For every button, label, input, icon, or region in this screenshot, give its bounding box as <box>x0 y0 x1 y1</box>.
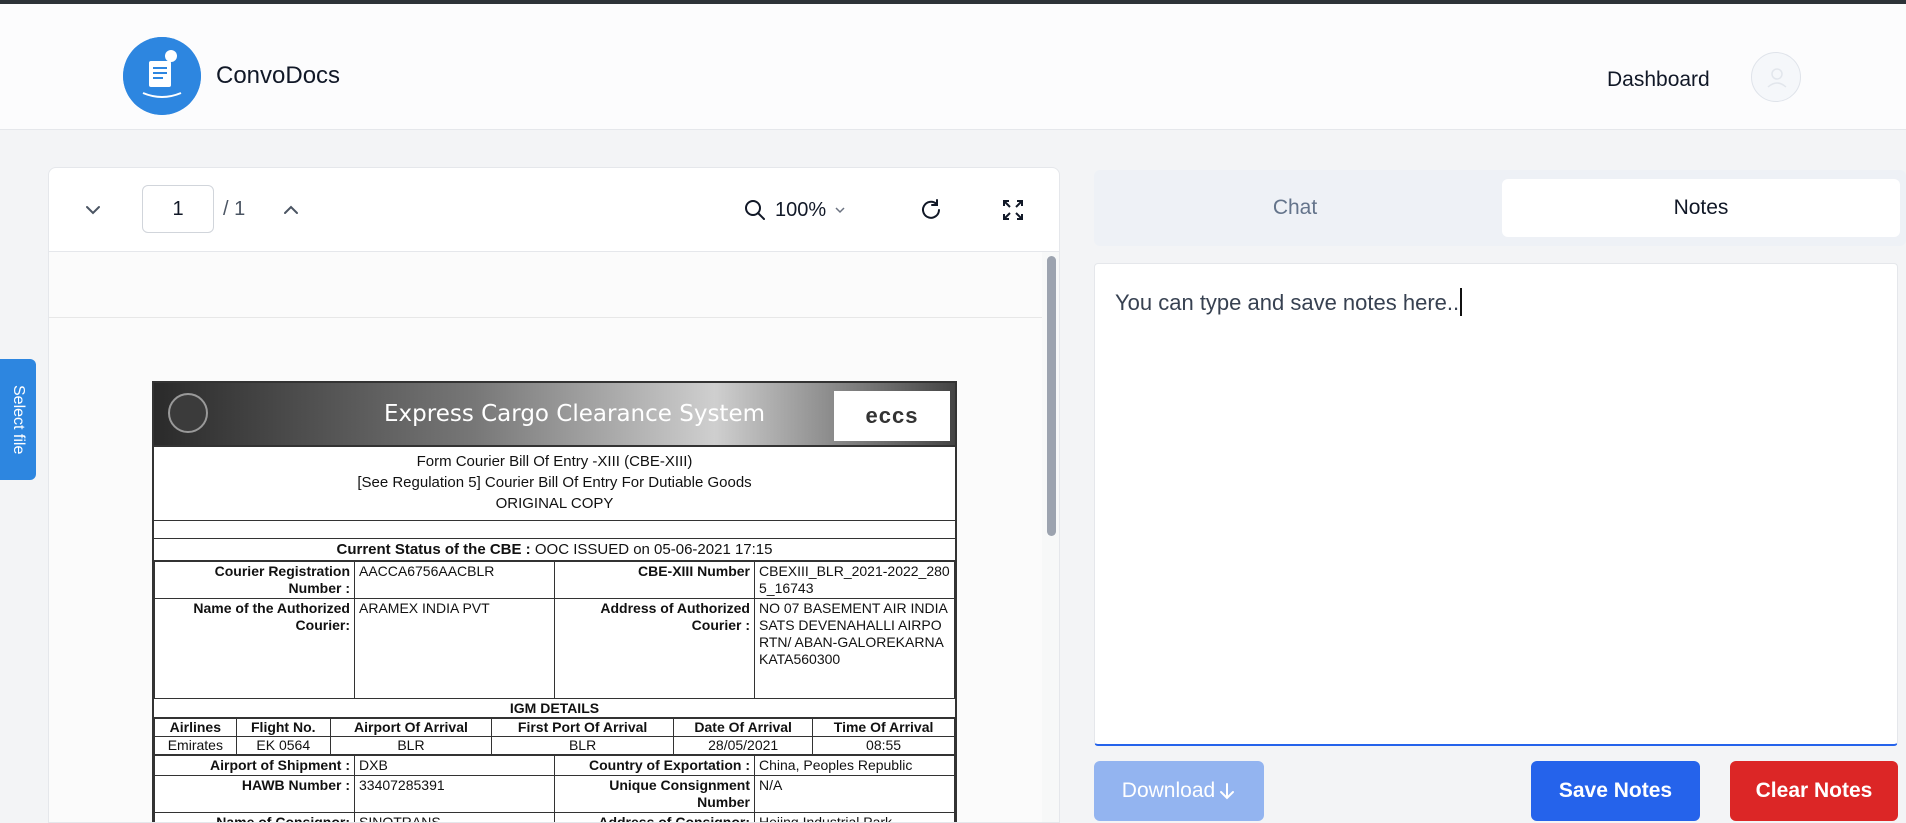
form-heading-line: ORIGINAL COPY <box>495 495 614 512</box>
download-button[interactable]: Download <box>1094 761 1264 821</box>
cbe-number-value: CBEXIII_BLR_2021-2022_2805_16743 <box>754 561 955 599</box>
search-icon <box>745 200 765 220</box>
prev-page-button[interactable] <box>73 190 113 230</box>
auth-address-value: NO 07 BASEMENT AIR INDIA SATS DEVENAHALL… <box>754 598 955 699</box>
eccs-logo: eccs <box>834 391 950 441</box>
auth-courier-label: Name of the Authorized Courier: <box>154 598 355 699</box>
banner-title: Express Cargo Clearance System <box>384 401 766 427</box>
country-export-value: China, Peoples Republic <box>754 755 955 776</box>
igm-header: First Port Of Arrival <box>490 718 675 737</box>
courier-table: Courier Registration Number : AACCA6756A… <box>154 561 955 699</box>
brand-name: ConvoDocs <box>216 62 341 89</box>
igm-cell: 28/05/2021 <box>673 736 814 755</box>
ucn-value: N/A <box>754 775 955 813</box>
refresh-icon <box>922 199 940 219</box>
igm-header: Flight No. <box>235 718 331 737</box>
select-file-tab[interactable]: Select file <box>0 359 36 480</box>
page-number-input[interactable] <box>142 185 214 233</box>
save-notes-button[interactable]: Save Notes <box>1531 761 1700 821</box>
igm-table: Airlines Flight No. Airport Of Arrival F… <box>154 718 955 755</box>
country-export-label: Country of Exportation : <box>554 755 755 776</box>
hawb-label: HAWB Number : <box>154 775 355 813</box>
select-file-label: Select file <box>10 384 27 455</box>
igm-cell: BLR <box>329 736 493 755</box>
chevron-up-icon <box>284 205 298 214</box>
pdf-viewer: / 1 100% <box>48 167 1060 823</box>
auth-address-label: Address of Authorized Courier : <box>554 598 755 699</box>
brand-logo[interactable] <box>123 37 201 115</box>
arrow-down-icon <box>1220 783 1235 800</box>
igm-header: Airlines <box>154 718 237 737</box>
status-row: Current Status of the CBE : OOC ISSUED o… <box>154 539 955 561</box>
notes-textarea[interactable]: You can type and save notes here.. <box>1094 263 1898 746</box>
form-heading-line: Form Courier Bill Of Entry -XIII (CBE-XI… <box>416 453 693 470</box>
document-page: Express Cargo Clearance System eccs Form… <box>49 252 1042 822</box>
download-label: Download <box>1121 779 1216 802</box>
user-avatar[interactable] <box>1751 52 1801 102</box>
text-caret <box>1460 288 1463 316</box>
chevron-down-icon <box>86 206 100 215</box>
consignor-label: Name of Consignor: <box>154 812 355 822</box>
chevron-down-icon <box>835 207 845 214</box>
user-icon <box>1767 68 1787 88</box>
igm-cell: EK 0564 <box>235 736 331 755</box>
igm-cell: 08:55 <box>812 736 955 755</box>
consignor-address-label: Address of Consignor: <box>554 812 755 822</box>
form-heading: Form Courier Bill Of Entry -XIII (CBE-XI… <box>154 447 955 521</box>
igm-data-row: Emirates EK 0564 BLR BLR 28/05/2021 08:5… <box>154 736 955 755</box>
cbe-form: Express Cargo Clearance System eccs Form… <box>152 381 957 822</box>
status-label: Current Status of the CBE : <box>336 541 531 558</box>
igm-cell: Emirates <box>154 736 237 755</box>
viewer-scrollbar[interactable] <box>1047 256 1056 536</box>
tab-chat[interactable]: Chat <box>1102 179 1488 237</box>
zoom-level: 100% <box>775 198 827 221</box>
viewer-toolbar: / 1 100% <box>49 168 1059 252</box>
emblem-icon <box>168 393 208 433</box>
next-page-button[interactable] <box>271 190 311 230</box>
panel-tabs: Chat Notes <box>1094 170 1906 246</box>
notes-content: You can type and save notes here.. <box>1115 290 1460 315</box>
consignor-address-value: Hejing Industrial Park <box>754 812 955 822</box>
igm-title: IGM DETAILS <box>154 699 955 718</box>
consignor-value: SINOTRANS <box>354 812 555 822</box>
courier-reg-value: AACCA6756AACBLR <box>354 561 555 599</box>
hawb-value: 33407285391 <box>354 775 555 813</box>
zoom-dropdown[interactable]: 100% <box>743 192 846 228</box>
igm-header: Time Of Arrival <box>812 718 955 737</box>
auth-courier-value: ARAMEX INDIA PVT <box>354 598 555 699</box>
courier-reg-label: Courier Registration Number : <box>154 561 355 599</box>
fullscreen-icon <box>1003 200 1023 220</box>
clear-notes-button[interactable]: Clear Notes <box>1730 761 1898 821</box>
rotate-button[interactable] <box>911 190 951 230</box>
igm-header: Date Of Arrival <box>673 718 814 737</box>
app-header: ConvoDocs Dashboard <box>0 4 1906 130</box>
spacer-row <box>154 521 955 539</box>
igm-header: Airport Of Arrival <box>329 718 493 737</box>
page-total-label: / 1 <box>223 198 246 220</box>
notes-text: You can type and save notes here.. <box>1115 288 1463 316</box>
document-canvas[interactable]: Express Cargo Clearance System eccs Form… <box>49 252 1059 822</box>
form-heading-line: [See Regulation 5] Courier Bill Of Entry… <box>357 474 752 491</box>
page-divider <box>49 317 1042 318</box>
cbe-number-label: CBE-XIII Number <box>554 561 755 599</box>
logo-document-icon <box>123 37 201 115</box>
fullscreen-button[interactable] <box>993 190 1033 230</box>
nav-dashboard-link[interactable]: Dashboard <box>1607 68 1710 92</box>
form-banner: Express Cargo Clearance System eccs <box>154 383 955 447</box>
airport-shipment-label: Airport of Shipment : <box>154 755 355 776</box>
igm-header-row: Airlines Flight No. Airport Of Arrival F… <box>154 718 955 737</box>
airport-shipment-value: DXB <box>354 755 555 776</box>
status-value: OOC ISSUED on 05-06-2021 17:15 <box>534 541 773 558</box>
tab-notes[interactable]: Notes <box>1502 179 1900 237</box>
ucn-label: Unique Consignment Number <box>554 775 755 813</box>
igm-cell: BLR <box>490 736 675 755</box>
shipment-table: Airport of Shipment : DXB Country of Exp… <box>154 755 955 822</box>
